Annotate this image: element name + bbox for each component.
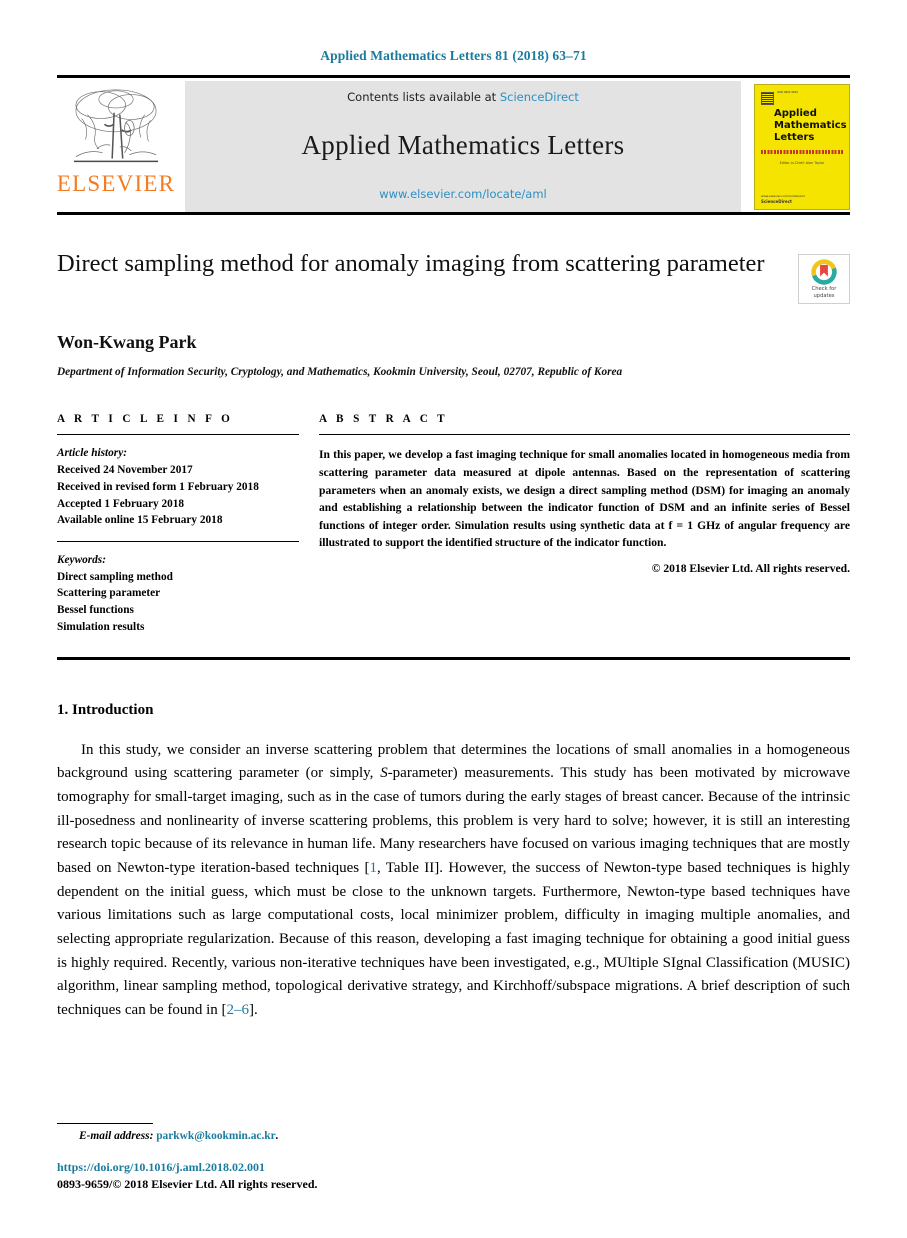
journal-title: Applied Mathematics Letters: [301, 130, 625, 160]
email-footnote: E-mail address: parkwk@kookmin.ac.kr.: [57, 1130, 850, 1142]
doi-link[interactable]: https://doi.org/10.1016/j.aml.2018.02.00…: [57, 1160, 850, 1175]
history-item: Received in revised form 1 February 2018: [57, 480, 259, 493]
s-parameter-symbol: S: [380, 765, 388, 782]
history-item: Received 24 November 2017: [57, 464, 193, 477]
sciencedirect-link[interactable]: ScienceDirect: [500, 90, 579, 104]
email-link[interactable]: parkwk@kookmin.ac.kr: [156, 1130, 275, 1142]
contents-prefix: Contents lists available at: [347, 90, 497, 104]
cover-bottom-brand: ScienceDirect: [761, 198, 792, 204]
abstract-text: In this paper, we develop a fast imaging…: [319, 448, 850, 550]
keywords-group: Keywords: Direct sampling method Scatter…: [57, 552, 299, 636]
article-info-separator: [57, 540, 299, 542]
abstract-copyright: © 2018 Elsevier Ltd. All rights reserved…: [651, 562, 850, 576]
cover-bottom-block: www.elsevier.com/locate/aml ScienceDirec…: [761, 193, 805, 204]
info-abstract-region: A R T I C L E I N F O Article history: R…: [57, 413, 850, 635]
article-history-group: Article history: Received 24 November 20…: [57, 445, 299, 529]
elsevier-wordmark: ELSEVIER: [56, 171, 176, 196]
section-heading-introduction: 1. Introduction: [57, 702, 850, 719]
section-number: 1.: [57, 701, 69, 718]
cover-red-rule: [761, 150, 843, 155]
contents-available-line: Contents lists available at ScienceDirec…: [347, 90, 579, 104]
title-block: Direct sampling method for anomaly imagi…: [57, 248, 850, 304]
introduction-paragraph: In this study, we consider an inverse sc…: [57, 739, 850, 1023]
cover-bottom-url: www.elsevier.com/locate/aml: [761, 193, 805, 198]
abstract-column: A B S T R A C T In this paper, we develo…: [319, 413, 850, 635]
cover-title-line1: Applied: [774, 107, 817, 119]
keywords-label: Keywords:: [57, 553, 106, 566]
article-info-rule: [57, 434, 299, 436]
elsevier-tree-icon: [74, 89, 158, 163]
crossmark-icon: [811, 259, 837, 285]
cover-title-line2: Mathematics: [774, 119, 847, 131]
email-period: .: [275, 1130, 279, 1142]
cover-elsevier-mark-icon: [761, 91, 774, 105]
cover-title: Applied Mathematics Letters: [774, 107, 847, 145]
keyword-item: Scattering parameter: [57, 587, 161, 600]
masthead-top-rule: [57, 75, 850, 78]
email-label: E-mail address:: [79, 1130, 154, 1142]
masthead-center-panel: Contents lists available at ScienceDirec…: [185, 81, 741, 212]
crossmark-label: Check for updates: [812, 286, 837, 299]
cover-issn: ISSN 0893-9659: [777, 90, 798, 94]
journal-cover-thumbnail[interactable]: ISSN 0893-9659 Applied Mathematics Lette…: [754, 83, 850, 210]
article-history-label: Article history:: [57, 447, 127, 460]
cover-subtitle: Editor-in-Chief: Alan Taylor: [779, 161, 825, 166]
running-head: Applied Mathematics Letters 81 (2018) 63…: [320, 48, 587, 63]
article-info-heading: A R T I C L E I N F O: [57, 413, 234, 426]
cover-title-line3: Letters: [774, 131, 815, 143]
article-first-page: Applied Mathematics Letters 81 (2018) 63…: [0, 0, 907, 1238]
page-title: Direct sampling method for anomaly imagi…: [57, 250, 765, 277]
cover-top-row: ISSN 0893-9659: [761, 90, 843, 105]
crossmark-label-line2: updates: [813, 292, 835, 299]
footnote-rule: [57, 1123, 153, 1124]
keyword-item: Direct sampling method: [57, 570, 173, 583]
article-info-column: A R T I C L E I N F O Article history: R…: [57, 413, 319, 635]
intro-text-part3: , Table II]. However, the success of New…: [57, 860, 851, 1019]
journal-masthead: ELSEVIER Contents lists available at Sci…: [57, 81, 850, 212]
abstract-end-rule: [57, 656, 850, 660]
author-affiliation: Department of Information Security, Cryp…: [57, 366, 623, 378]
history-item: Accepted 1 February 2018: [57, 497, 185, 510]
elsevier-logo: ELSEVIER: [57, 81, 175, 212]
abstract-heading: A B S T R A C T: [319, 413, 449, 426]
intro-text-part4: ].: [249, 1002, 258, 1019]
citation-link-1[interactable]: 1: [369, 860, 377, 876]
keyword-item: Simulation results: [57, 620, 145, 633]
history-item: Available online 15 February 2018: [57, 514, 223, 527]
keyword-item: Bessel functions: [57, 604, 134, 617]
abstract-rule: [319, 434, 850, 436]
citation-link-2-6[interactable]: 2–6: [227, 1002, 250, 1018]
masthead-bottom-rule: [57, 212, 850, 215]
section-title-text: Introduction: [72, 701, 154, 718]
journal-homepage-link[interactable]: www.elsevier.com/locate/aml: [379, 187, 547, 201]
crossmark-label-line1: Check for: [811, 286, 837, 292]
journal-cover-container: ISSN 0893-9659 Applied Mathematics Lette…: [751, 81, 850, 212]
crossmark-badge[interactable]: Check for updates: [798, 254, 850, 304]
page-footer: E-mail address: parkwk@kookmin.ac.kr. ht…: [57, 1123, 850, 1192]
issn-copyright-line: 0893-9659/© 2018 Elsevier Ltd. All right…: [57, 1177, 318, 1191]
author-name: Won-Kwang Park: [57, 332, 197, 352]
